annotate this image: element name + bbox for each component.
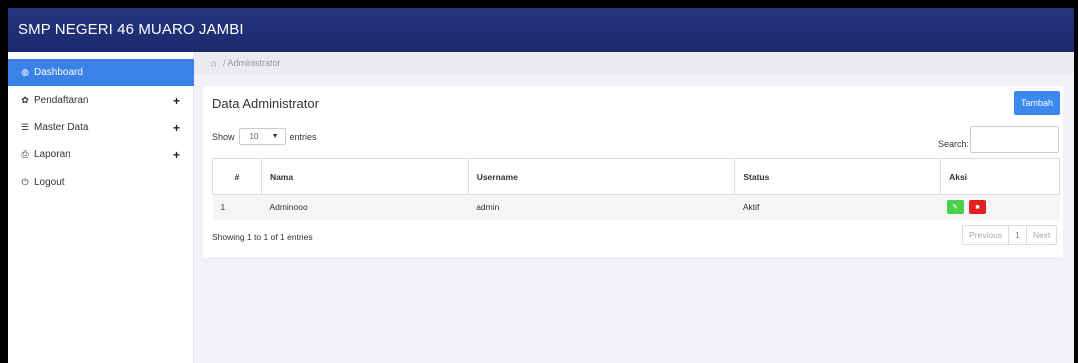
edit-button[interactable]: ✎ <box>946 200 964 215</box>
page-title: Data Administrator <box>212 96 319 111</box>
edit-icon: ✎ <box>952 204 959 212</box>
next-button[interactable]: Next <box>1027 226 1056 244</box>
column-header-username[interactable]: Username <box>467 158 736 195</box>
previous-button[interactable]: Previous <box>963 226 1008 244</box>
delete-button[interactable]: ■ <box>968 200 986 215</box>
entries-control: Show 10 ▼ entries <box>212 128 317 145</box>
entries-select-value: 10 <box>249 132 259 141</box>
app-window: SMP NEGERI 46 MUARO JAMBI ◍ Dashboard ✿ … <box>8 8 1074 363</box>
breadcrumb: ⌂ / Administrator <box>194 52 1074 74</box>
column-header-aksi: Aksi <box>940 158 1060 195</box>
column-header-status[interactable]: Status <box>734 158 942 195</box>
print-icon: ⎙ <box>21 149 29 159</box>
breadcrumb-separator: / <box>222 58 226 68</box>
search-input[interactable] <box>970 126 1059 153</box>
main-content: ⌂ / Administrator Data Administrator Tam… <box>194 52 1074 363</box>
app-title[interactable]: SMP NEGERI 46 MUARO JAMBI <box>18 21 244 38</box>
sidebar: ◍ Dashboard ✿ Pendaftaran + ☰ Master Dat… <box>8 52 194 363</box>
power-icon: ⏻ <box>21 177 29 187</box>
page-1-button[interactable]: 1 <box>1008 226 1027 244</box>
sidebar-item-master-data[interactable]: ☰ Master Data + <box>8 114 194 141</box>
show-label: Show <box>212 131 235 142</box>
add-button[interactable]: Tambah <box>1014 91 1060 115</box>
cell-username: admin <box>468 194 735 220</box>
breadcrumb-current: Administrator <box>227 58 281 68</box>
cell-status: Aktif <box>734 194 941 220</box>
dashboard-icon: ◍ <box>21 67 29 77</box>
expand-icon[interactable]: + <box>173 148 180 162</box>
entries-label: entries <box>289 131 317 142</box>
sidebar-item-dashboard[interactable]: ◍ Dashboard <box>8 59 194 86</box>
sidebar-item-label: Logout <box>34 177 65 188</box>
column-header-number[interactable]: # <box>212 158 262 195</box>
admin-table: # Nama Username Status Aksi 1 Adminooo a… <box>212 158 1060 220</box>
home-icon[interactable]: ⌂ <box>211 58 216 68</box>
chevron-down-icon: ▼ <box>271 133 279 140</box>
sidebar-item-pendaftaran[interactable]: ✿ Pendaftaran + <box>8 87 194 114</box>
sidebar-item-label: Laporan <box>34 149 71 160</box>
expand-icon[interactable]: + <box>173 94 180 108</box>
cell-nama: Adminooo <box>261 194 469 220</box>
pagination: Previous 1 Next <box>962 225 1058 245</box>
cell-aksi: ✎ ■ <box>940 194 1060 220</box>
gear-icon: ✿ <box>21 95 29 105</box>
table-row: 1 Adminooo admin Aktif ✎ ■ <box>212 194 1060 220</box>
entries-select[interactable]: 10 ▼ <box>238 128 286 145</box>
trash-icon: ■ <box>975 203 980 211</box>
table-header-row: # Nama Username Status Aksi <box>212 158 1060 195</box>
database-icon: ☰ <box>20 122 30 132</box>
sidebar-item-label: Dashboard <box>34 67 83 78</box>
sidebar-item-logout[interactable]: ⏻ Logout <box>8 169 194 196</box>
sidebar-item-label: Master Data <box>34 122 89 133</box>
data-card: Data Administrator Tambah Show 10 ▼ entr… <box>203 86 1063 257</box>
table-info: Showing 1 to 1 of 1 entries <box>212 232 313 242</box>
sidebar-item-laporan[interactable]: ⎙ Laporan + <box>8 141 194 168</box>
cell-number: 1 <box>212 194 262 220</box>
expand-icon[interactable]: + <box>173 121 180 135</box>
search-label: Search: <box>938 139 970 149</box>
sidebar-item-label: Pendaftaran <box>34 95 89 106</box>
column-header-nama[interactable]: Nama <box>260 158 469 195</box>
top-navbar: SMP NEGERI 46 MUARO JAMBI <box>8 8 1074 52</box>
